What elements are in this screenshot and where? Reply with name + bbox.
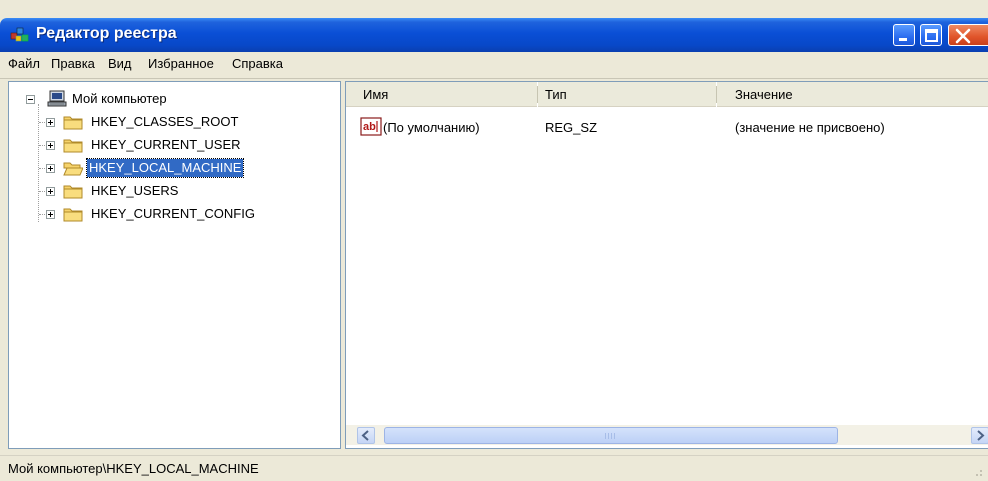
registry-editor-window: Редактор реестра Файл Правка Вид Избранн… <box>0 0 988 481</box>
maximize-icon <box>925 29 938 42</box>
folder-icon <box>63 139 83 153</box>
grip-mark <box>614 433 615 439</box>
grip-mark <box>605 433 606 439</box>
tree-item-hkey-classes-root[interactable]: HKEY_CLASSES_ROOT <box>9 112 339 132</box>
svg-text:ab: ab <box>363 121 376 133</box>
registry-editor-app-icon <box>10 27 29 42</box>
tree-item-label: HKEY_CLASSES_ROOT <box>91 114 239 129</box>
window-title: Редактор реестра <box>36 25 177 42</box>
menu-view[interactable]: Вид <box>108 56 132 71</box>
folder-icon <box>63 185 83 199</box>
expand-icon[interactable] <box>46 118 55 127</box>
tree-item-label-selected: HKEY_LOCAL_MACHINE <box>85 158 245 178</box>
expand-icon[interactable] <box>46 164 55 173</box>
tree-item-label: HKEY_CURRENT_CONFIG <box>91 206 255 221</box>
close-icon <box>955 28 971 44</box>
string-value-icon: ab <box>360 117 382 136</box>
tree-item-hkey-current-config[interactable]: HKEY_CURRENT_CONFIG <box>9 204 339 224</box>
registry-tree-pane[interactable]: Мой компьютер HKEY_CLASSES_ROOT HKEY_CUR… <box>8 81 341 449</box>
tree-item-hkey-users[interactable]: HKEY_USERS <box>9 181 339 201</box>
computer-icon <box>47 90 67 107</box>
expand-icon[interactable] <box>46 210 55 219</box>
arrow-right-icon <box>977 430 985 441</box>
title-bar[interactable]: Редактор реестра <box>0 18 988 52</box>
close-button[interactable] <box>948 24 988 46</box>
tree-item-label: HKEY_USERS <box>91 183 179 198</box>
minimize-button[interactable] <box>893 24 915 46</box>
horizontal-scrollbar[interactable] <box>346 425 988 445</box>
arrow-left-icon <box>361 430 369 441</box>
values-list-pane[interactable]: Имя Тип Значение ab (По умолчанию) REG_S… <box>345 81 988 449</box>
status-bar: Мой компьютер\HKEY_LOCAL_MACHINE <box>0 455 988 481</box>
menu-bar: Файл Правка Вид Избранное Справка <box>0 52 988 79</box>
value-data: (значение не присвоено) <box>735 120 885 135</box>
minimize-icon <box>899 38 907 41</box>
value-name: (По умолчанию) <box>383 120 480 135</box>
folder-icon <box>63 208 83 222</box>
status-path: Мой компьютер\HKEY_LOCAL_MACHINE <box>8 461 259 476</box>
tree-root-label: Мой компьютер <box>72 91 167 106</box>
tree-item-hkey-current-user[interactable]: HKEY_CURRENT_USER <box>9 135 339 155</box>
tree-root[interactable]: Мой компьютер <box>9 89 339 109</box>
resize-grip-icon[interactable] <box>970 464 984 478</box>
maximize-button[interactable] <box>920 24 942 46</box>
grip-mark <box>611 433 612 439</box>
expand-icon[interactable] <box>46 141 55 150</box>
menu-favorites[interactable]: Избранное <box>148 56 214 71</box>
grip-mark <box>608 433 609 439</box>
menu-edit[interactable]: Правка <box>51 56 95 71</box>
list-row[interactable]: ab (По умолчанию) REG_SZ (значение не пр… <box>346 82 988 142</box>
scroll-left-button[interactable] <box>357 427 375 444</box>
value-type: REG_SZ <box>545 120 598 135</box>
menu-help[interactable]: Справка <box>232 56 283 71</box>
scroll-right-button[interactable] <box>971 427 988 444</box>
folder-icon <box>63 116 83 130</box>
scrollbar-thumb[interactable] <box>384 427 838 444</box>
open-folder-icon <box>63 162 83 176</box>
menu-file[interactable]: Файл <box>8 56 40 71</box>
expand-icon[interactable] <box>46 187 55 196</box>
tree-item-label: HKEY_CURRENT_USER <box>91 137 241 152</box>
tree-item-hkey-local-machine[interactable]: HKEY_LOCAL_MACHINE <box>9 158 339 178</box>
collapse-icon[interactable] <box>26 95 35 104</box>
